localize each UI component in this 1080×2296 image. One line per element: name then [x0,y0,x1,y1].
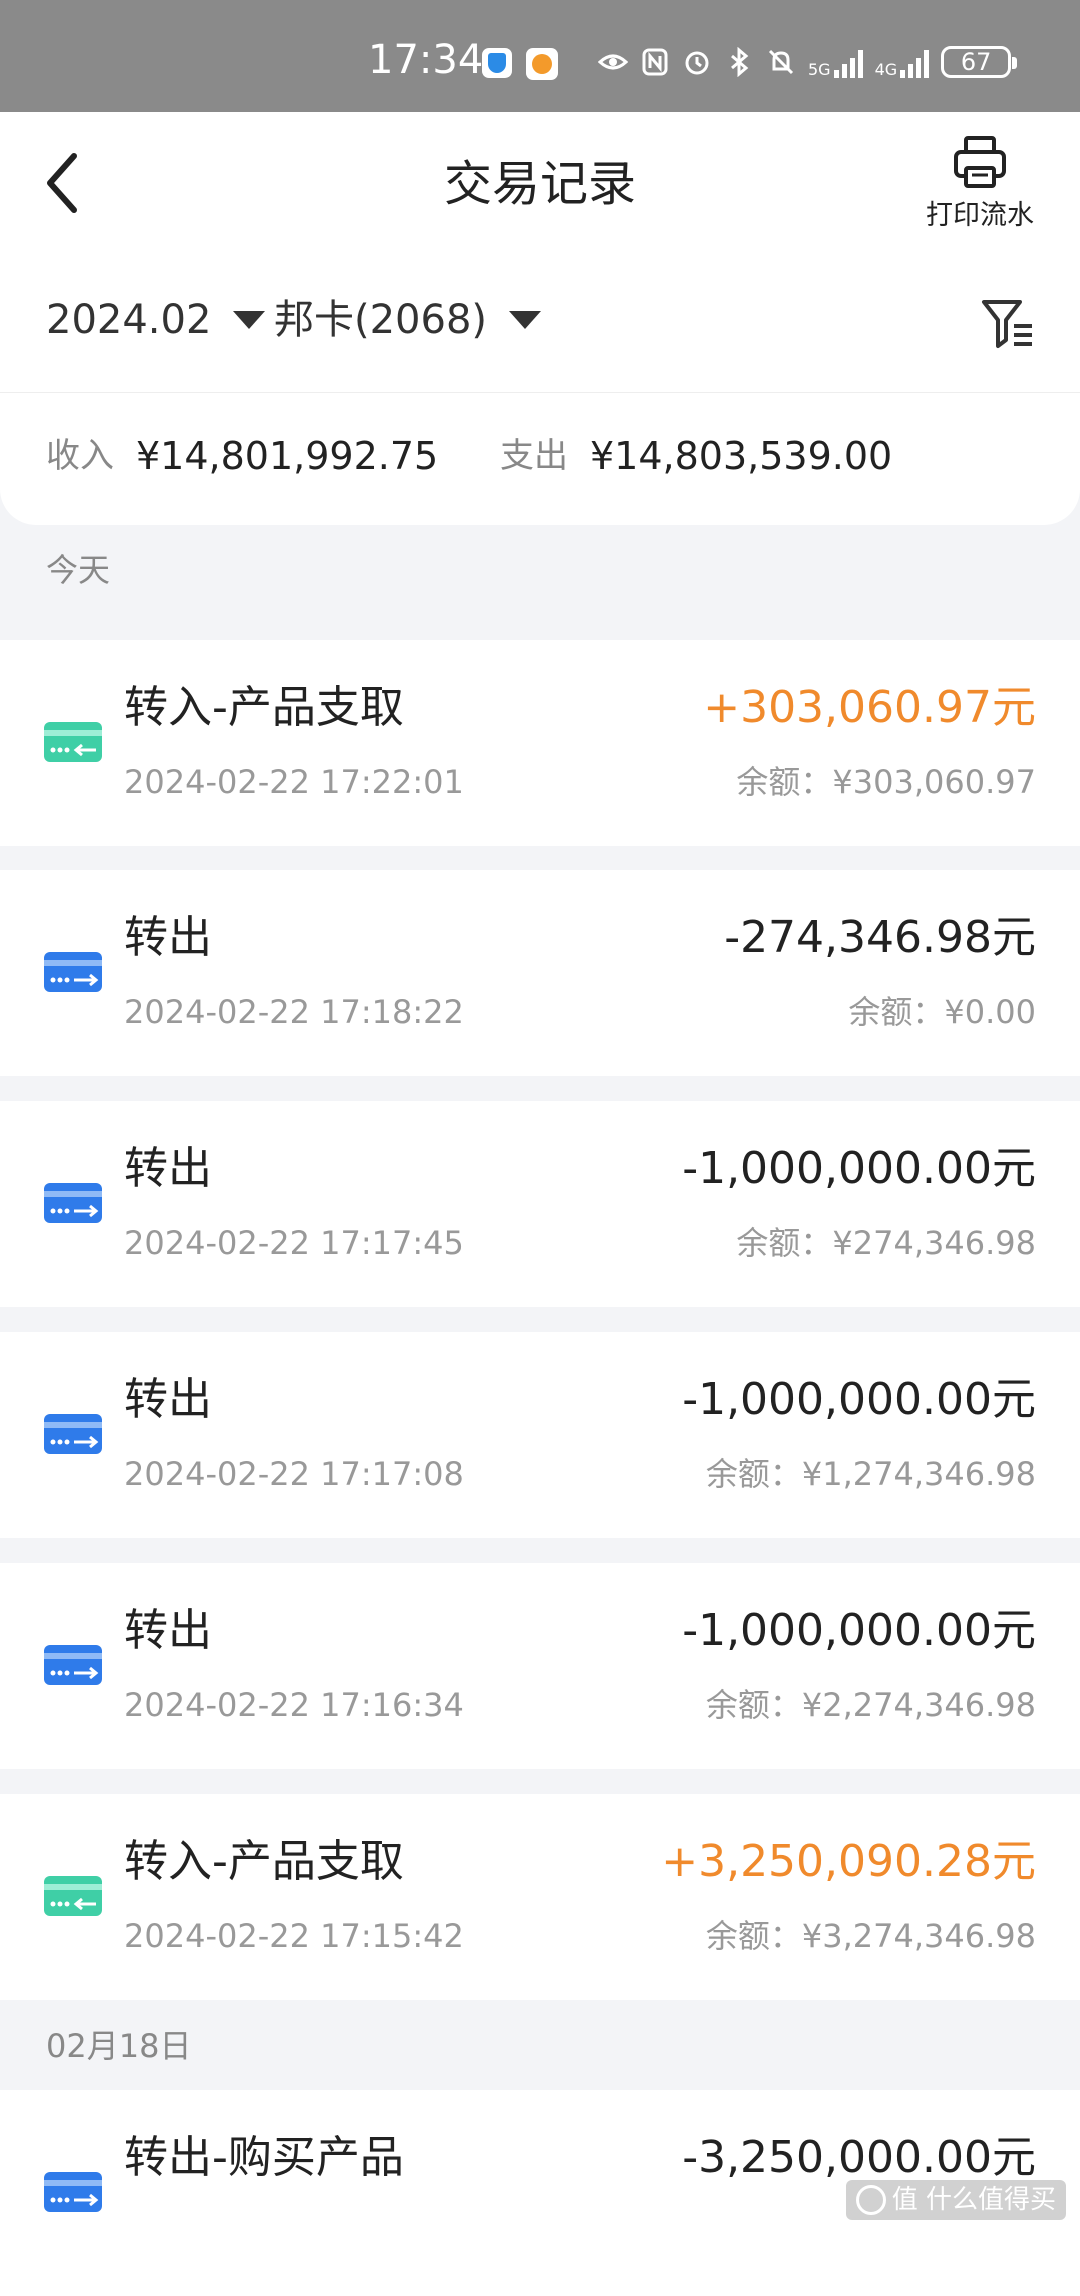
transfer-in-icon [44,722,102,762]
transaction-amount: -3,250,000.00元 [682,2132,1036,2183]
network-4g-label: 4G [874,60,898,79]
transaction-amount: -1,000,000.00元 [682,1143,1036,1194]
status-bar: 17:34 5G 4G 67 [0,0,1080,112]
signal-5g-icon: 5G [808,46,863,78]
transaction-balance: 余额：¥2,274,346.98 [705,1686,1036,1724]
nfc-icon [642,48,668,76]
status-time: 17:34 [368,37,484,83]
print-label: 打印流水 [926,200,1034,231]
section-header-today: 今天 [46,551,111,589]
transfer-out-icon [44,2172,102,2212]
bluetooth-icon [731,47,749,77]
status-icons: 5G 4G 67 [598,40,1018,84]
expense-label: 支出 [500,436,568,476]
battery-level: 67 [960,48,992,76]
transaction-time: 2024-02-22 17:17:45 [124,1224,464,1262]
signal-4g-icon: 4G [875,46,930,78]
income-summary: 收入 ¥14,801,992.75 [46,431,438,481]
caret-down-icon [233,311,266,329]
transaction-row[interactable]: 转入-产品支取 2024-02-22 17:15:42 +3,250,090.2… [0,1794,1080,2000]
printer-icon [954,136,1006,188]
header: 交易记录 打印流水 2024.02 邦卡(2068) [0,112,1080,392]
transaction-name: 转入-产品支取 [124,682,404,733]
section-header-feb18: 02月18日 [46,2027,192,2065]
transaction-row[interactable]: 转出 2024-02-22 17:18:22 -274,346.98元 余额：¥… [0,870,1080,1076]
orange-app-icon [526,48,558,80]
filter-bar: 2024.02 邦卡(2068) [0,262,1080,392]
transaction-time: 2024-02-22 17:16:34 [124,1686,464,1724]
network-5g-label: 5G [808,60,831,79]
expense-summary: 支出 ¥14,803,539.00 [500,431,892,481]
transfer-out-icon [44,1645,102,1685]
transaction-row[interactable]: 转出 2024-02-22 17:17:08 -1,000,000.00元 余额… [0,1332,1080,1538]
transaction-name: 转入-产品支取 [124,1836,404,1887]
summary-card: 收入 ¥14,801,992.75 支出 ¥14,803,539.00 [0,392,1080,525]
transaction-amount: +3,250,090.28元 [661,1836,1036,1887]
transaction-time: 2024-02-22 17:17:08 [124,1455,464,1493]
month-dropdown[interactable]: 2024.02 [46,290,266,350]
battery-icon: 67 [941,46,1018,78]
eye-icon [598,54,628,70]
income-label: 收入 [46,436,114,476]
transaction-time: 2024-02-22 17:22:01 [124,763,464,801]
shield-app-icon [482,48,512,78]
watermark: 值 什么值得买 [845,2180,1066,2220]
transaction-balance: 余额：¥274,346.98 [736,1224,1036,1262]
transaction-time: 2024-02-22 17:18:22 [124,993,464,1031]
transaction-name: 转出 [124,1374,212,1425]
income-value: ¥14,801,992.75 [136,434,439,478]
transaction-amount: -1,000,000.00元 [682,1605,1036,1656]
transfer-out-icon [44,1414,102,1454]
expense-value: ¥14,803,539.00 [590,434,893,478]
transaction-name: 转出 [124,912,212,963]
watermark-logo-icon [855,2185,886,2215]
transfer-out-icon [44,952,102,992]
month-value: 2024.02 [46,297,212,343]
alarm-icon [685,51,709,75]
transaction-name: 转出 [124,1605,212,1656]
transaction-row[interactable]: 转出 2024-02-22 17:17:45 -1,000,000.00元 余额… [0,1101,1080,1307]
transaction-row[interactable]: 转入-产品支取 2024-02-22 17:22:01 +303,060.97元… [0,640,1080,846]
transaction-balance: 余额：¥3,274,346.98 [705,1917,1036,1955]
transfer-in-icon [44,1876,102,1916]
transaction-name: 转出 [124,1143,212,1194]
watermark-text: 值 什么值得买 [891,2185,1056,2215]
card-dropdown[interactable]: 邦卡(2068) [274,290,542,350]
mute-icon [768,49,794,75]
transaction-balance: 余额：¥0.00 [848,993,1036,1031]
transaction-balance: 余额：¥1,274,346.98 [705,1455,1036,1493]
transaction-amount: +303,060.97元 [703,682,1036,733]
print-statement-button[interactable]: 打印流水 [910,132,1050,234]
caret-down-icon [509,311,542,329]
transaction-amount: -274,346.98元 [724,912,1036,963]
transaction-amount: -1,000,000.00元 [682,1374,1036,1425]
filter-icon[interactable] [980,296,1036,350]
card-value: 邦卡(2068) [274,297,488,343]
transfer-out-icon [44,1183,102,1223]
transaction-name: 转出-购买产品 [124,2132,404,2183]
transaction-time: 2024-02-22 17:15:42 [124,1917,464,1955]
transaction-balance: 余额：¥303,060.97 [736,763,1036,801]
transaction-row[interactable]: 转出 2024-02-22 17:16:34 -1,000,000.00元 余额… [0,1563,1080,1769]
